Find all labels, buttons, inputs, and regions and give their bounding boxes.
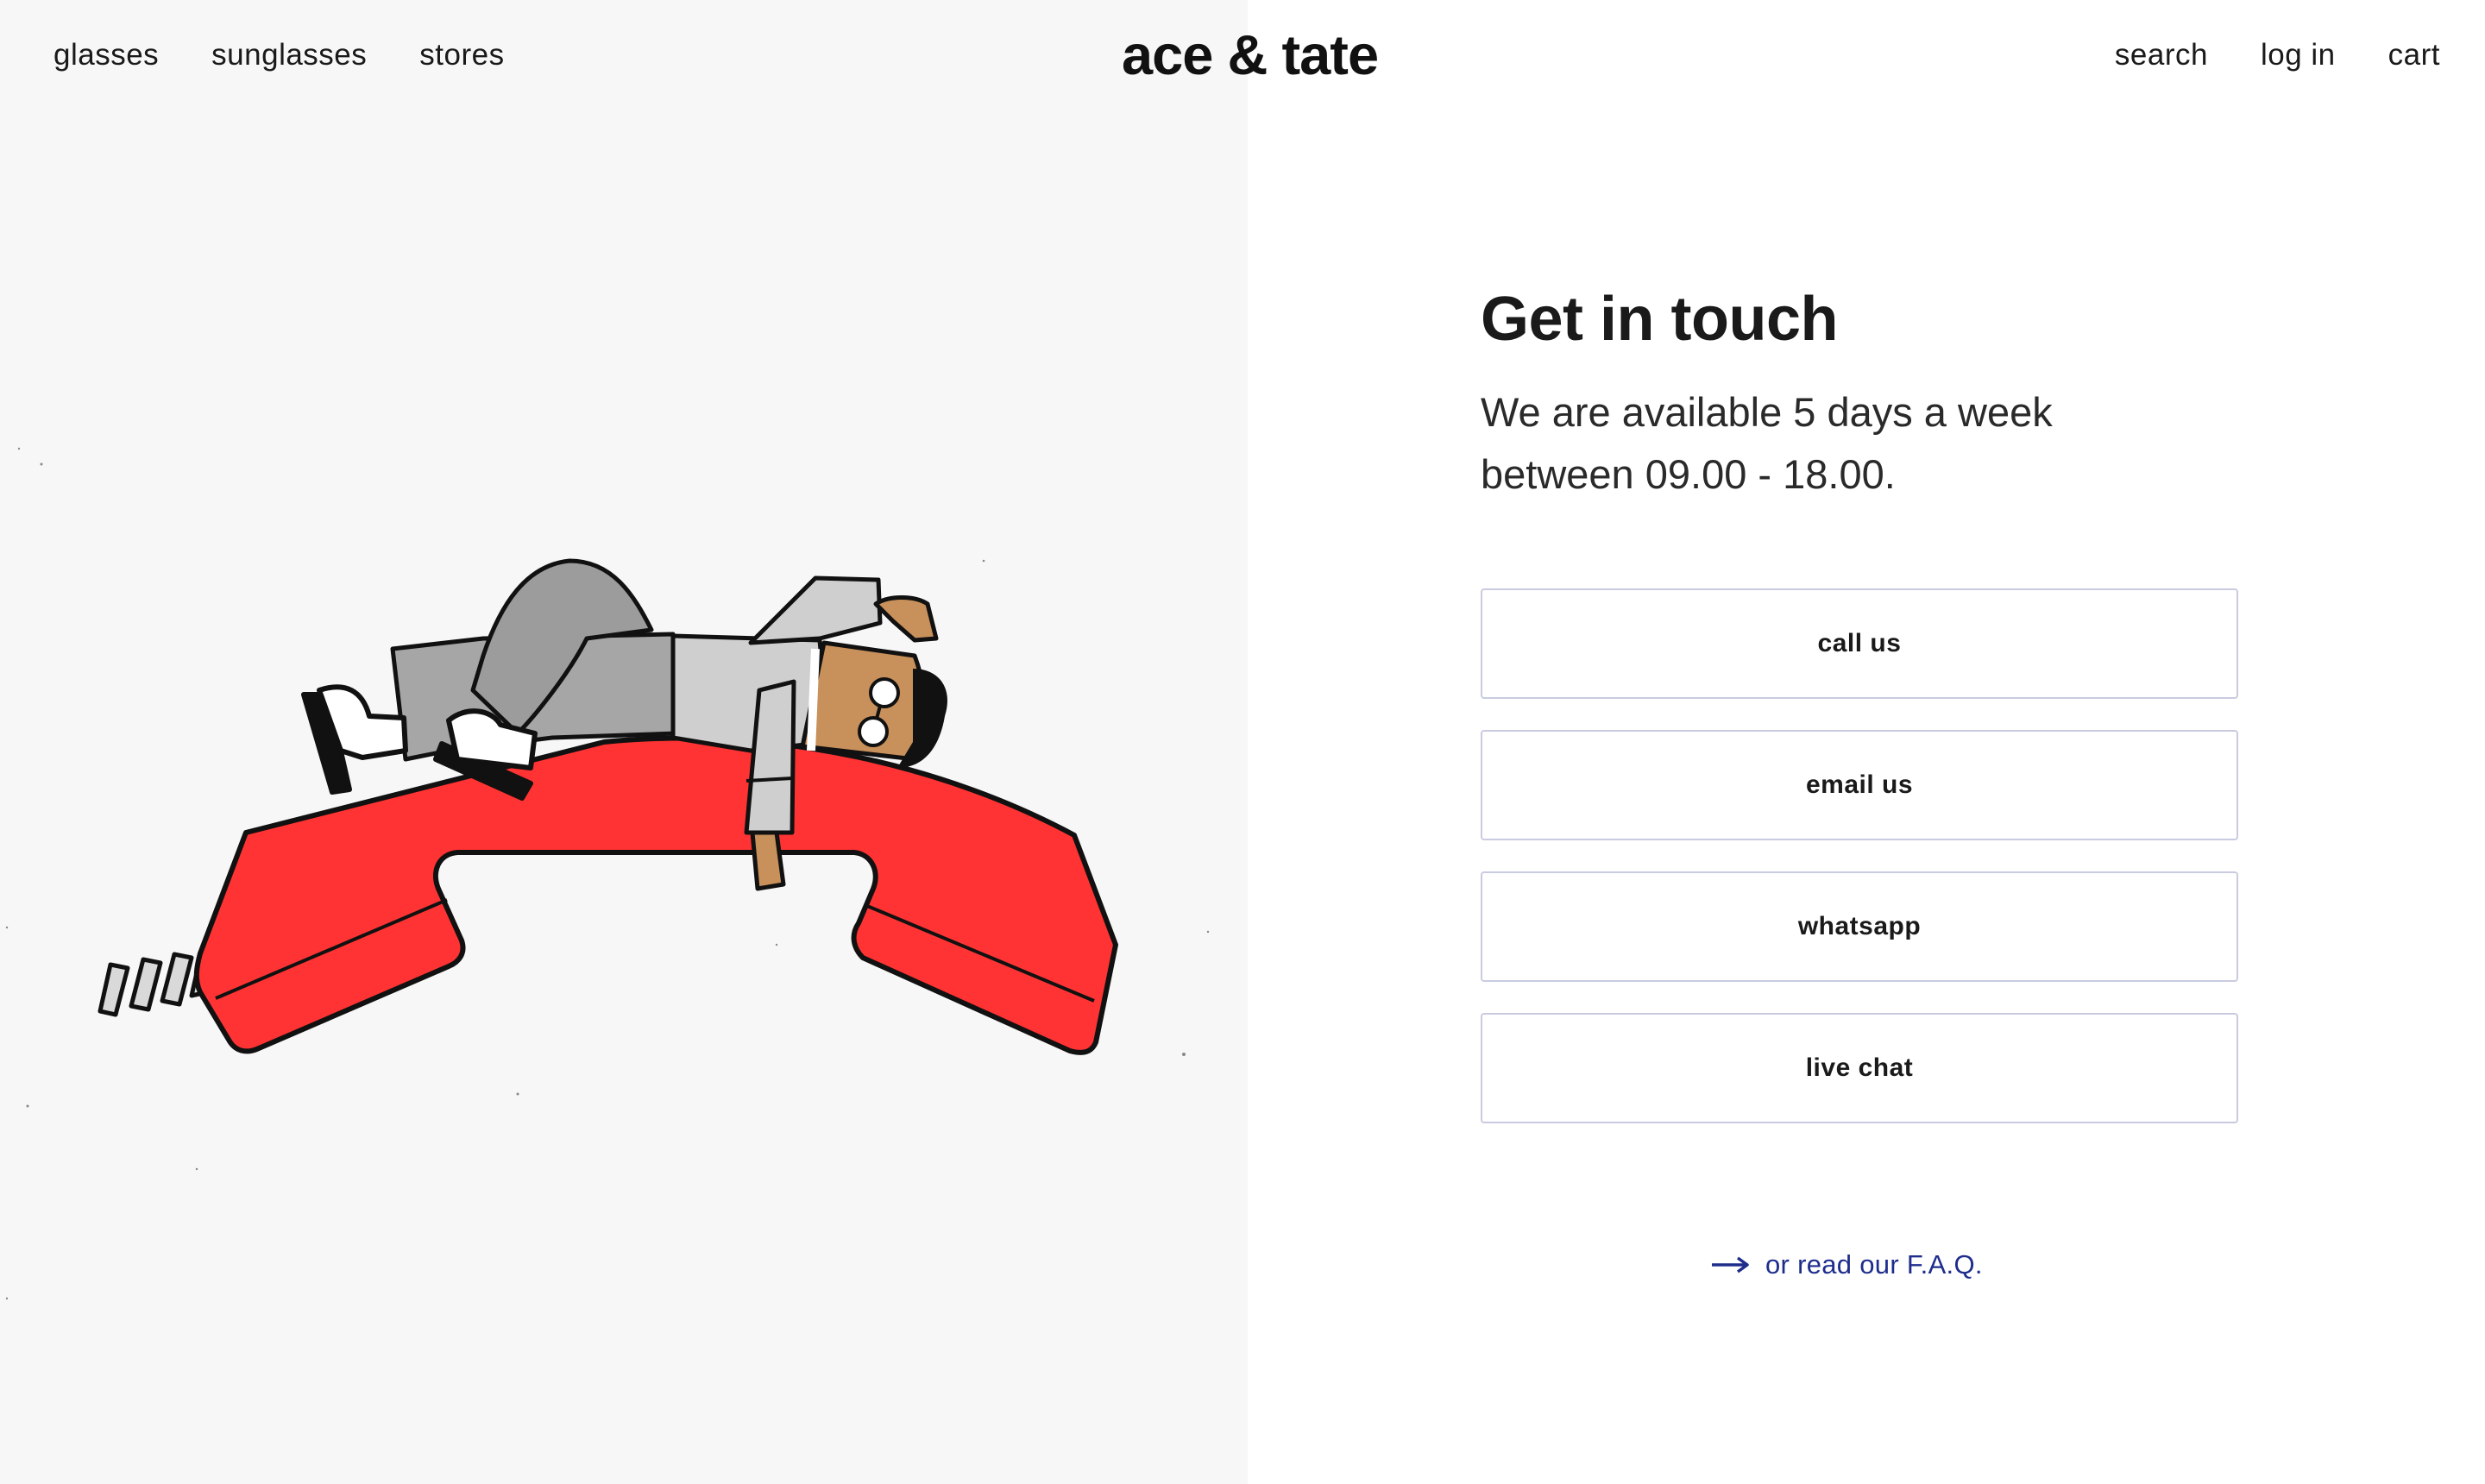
brand-logo[interactable]: ace & tate <box>1122 21 1379 90</box>
faq-link[interactable]: or read our F.A.Q. <box>1712 1249 1983 1280</box>
faq-link-text[interactable]: or read our F.A.Q. <box>1765 1249 1983 1280</box>
call-us-button[interactable]: call us <box>1481 588 2238 699</box>
nav-login-link[interactable]: log in <box>2261 33 2336 78</box>
top-navigation: glasses sunglasses stores ace & tate sea… <box>0 0 2485 112</box>
availability-text: We are available 5 days a week between 0… <box>1481 381 2188 506</box>
nav-cart-link[interactable]: cart <box>2388 33 2440 78</box>
contact-content: Get in touch We are available 5 days a w… <box>1481 276 2240 1123</box>
live-chat-button[interactable]: live chat <box>1481 1013 2238 1123</box>
page: glasses sunglasses stores ace & tate sea… <box>0 0 2485 1484</box>
contact-options: call us email us whatsapp live chat <box>1481 588 2238 1154</box>
availability-line-1: We are available 5 days a week <box>1481 389 2053 435</box>
availability-line-2: between 09.00 - 18.00. <box>1481 451 1896 497</box>
illustration-panel <box>0 0 1248 1484</box>
nav-stores-link[interactable]: stores <box>419 33 504 78</box>
whatsapp-button[interactable]: whatsapp <box>1481 871 2238 982</box>
email-us-button[interactable]: email us <box>1481 730 2238 840</box>
man-on-phone-illustration <box>5 447 1210 1300</box>
arrow-right-icon <box>1712 1256 1749 1273</box>
page-title: Get in touch <box>1481 285 1838 354</box>
nav-sunglasses-link[interactable]: sunglasses <box>211 33 367 78</box>
nav-search-link[interactable]: search <box>2115 33 2208 78</box>
primary-nav: glasses sunglasses stores <box>53 33 505 78</box>
utility-nav: search log in cart <box>2115 33 2440 78</box>
nav-glasses-link[interactable]: glasses <box>53 33 159 78</box>
